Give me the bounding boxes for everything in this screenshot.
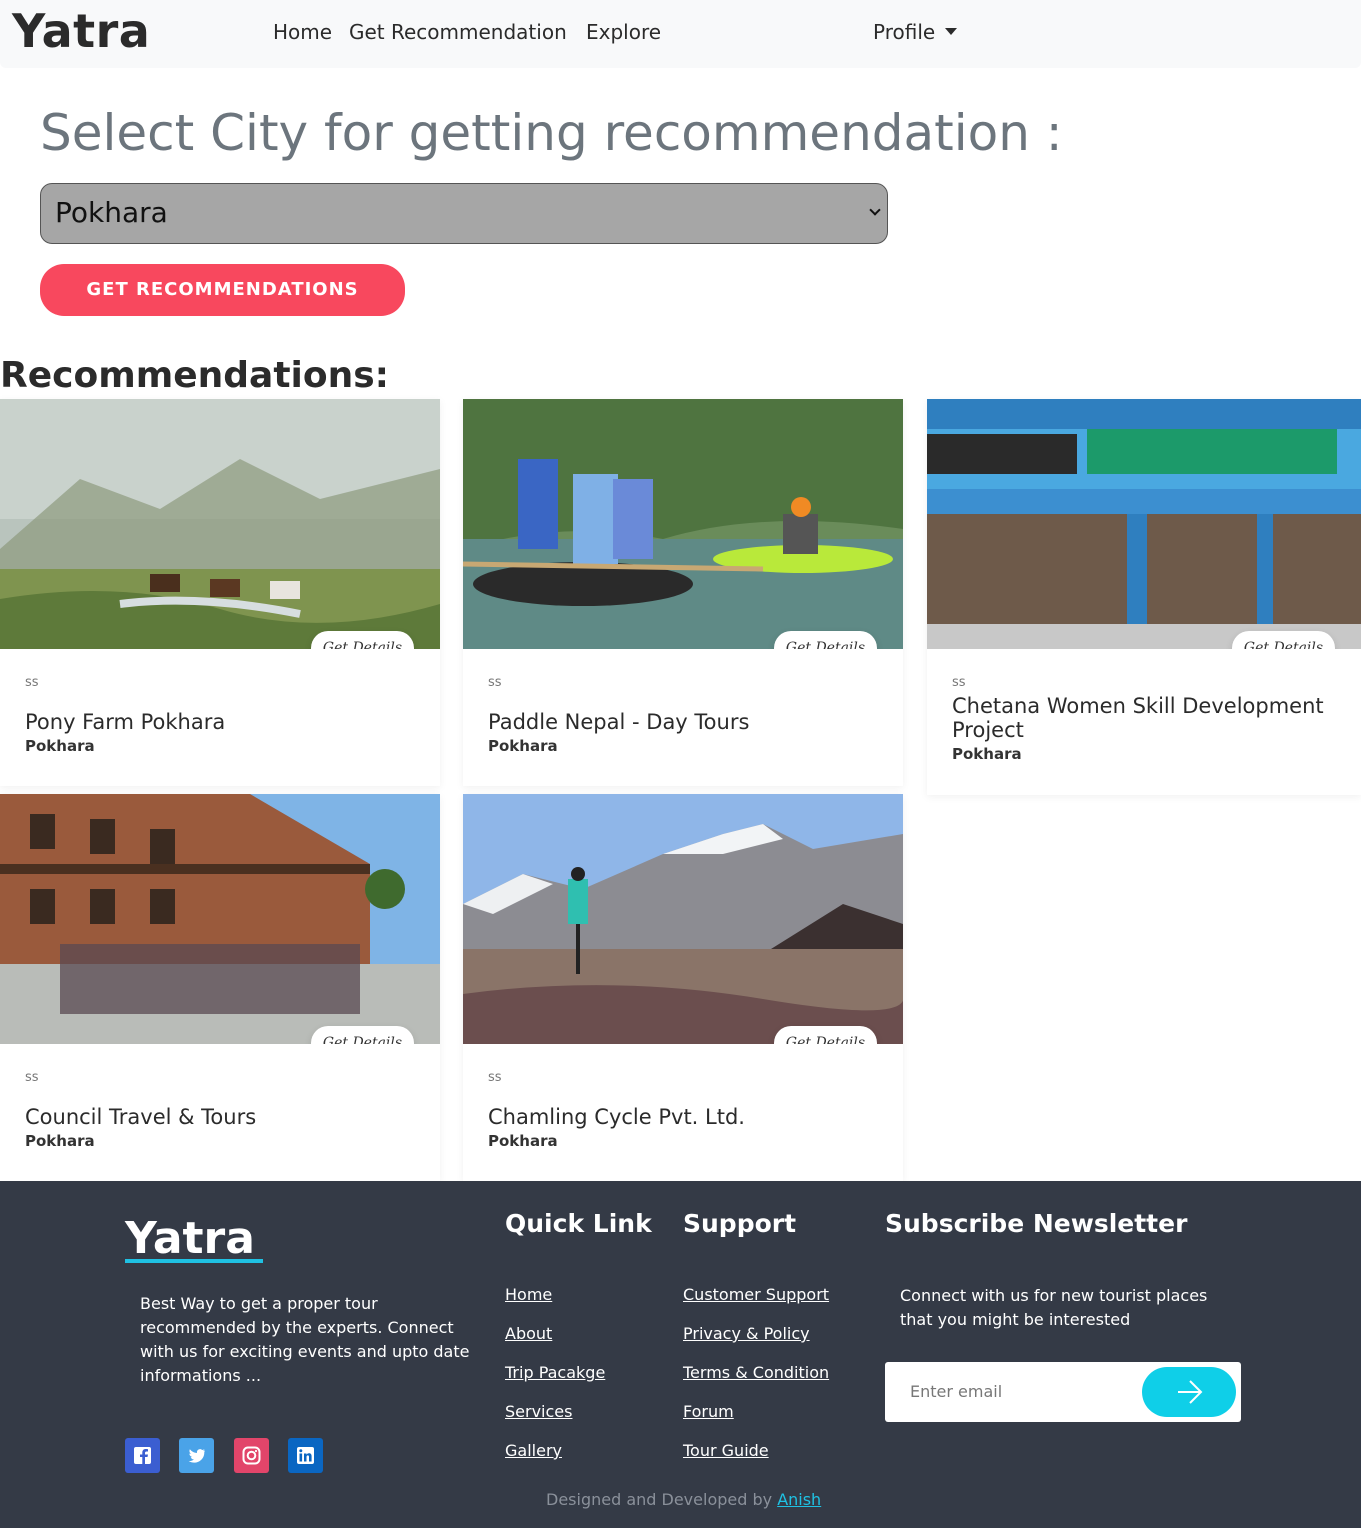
footer: Yatra Best Way to get a proper tour reco…: [0, 1181, 1361, 1528]
footer-brand-underline: [125, 1259, 263, 1263]
profile-dropdown[interactable]: Profile: [873, 20, 958, 44]
footer-link-home[interactable]: Home: [505, 1285, 552, 1304]
card-image-chetana: Get Details: [927, 399, 1361, 649]
card-title[interactable]: Chetana Women Skill Development Project: [952, 694, 1336, 742]
recommendation-card: Get Details ss Pony Farm Pokhara Pokhara: [0, 399, 440, 786]
twitter-icon[interactable]: [179, 1438, 214, 1473]
caret-down-icon: [945, 28, 958, 35]
card-title[interactable]: Council Travel & Tours: [25, 1105, 415, 1129]
nav-home-link[interactable]: Home: [273, 20, 332, 44]
recommendation-card: Get Details ss Paddle Nepal - Day Tours …: [463, 399, 903, 786]
card-category: ss: [488, 1070, 502, 1085]
quick-link-title: Quick Link: [505, 1209, 652, 1238]
footer-description: Best Way to get a proper tour recommende…: [140, 1294, 470, 1385]
card-category: ss: [952, 675, 966, 690]
linkedin-icon[interactable]: [288, 1438, 323, 1473]
get-details-button[interactable]: Get Details: [1232, 631, 1335, 649]
get-details-button[interactable]: Get Details: [311, 1026, 414, 1044]
card-title[interactable]: Chamling Cycle Pvt. Ltd.: [488, 1105, 878, 1129]
recommendation-card: Get Details ss Chamling Cycle Pvt. Ltd. …: [463, 794, 903, 1181]
credit-prefix: Designed and Developed by: [546, 1490, 773, 1509]
card-city: Pokhara: [488, 1132, 558, 1150]
support-title: Support: [683, 1209, 797, 1238]
get-recommendations-button[interactable]: GET RECOMMENDATIONS: [40, 264, 405, 316]
nav-get-recommendation-link[interactable]: Get Recommendation: [349, 20, 567, 44]
nav-explore-link[interactable]: Explore: [586, 20, 661, 44]
footer-brand-logo[interactable]: Yatra: [125, 1213, 255, 1264]
get-details-button[interactable]: Get Details: [774, 631, 877, 649]
card-title[interactable]: Paddle Nepal - Day Tours: [488, 710, 878, 734]
recommendation-card: Get Details ss Council Travel & Tours Po…: [0, 794, 440, 1181]
subscribe-newsletter-title: Subscribe Newsletter: [885, 1209, 1188, 1238]
card-city: Pokhara: [25, 737, 95, 755]
card-category: ss: [25, 1070, 39, 1085]
footer-link-gallery[interactable]: Gallery: [505, 1441, 562, 1460]
credit-author-link[interactable]: Anish: [777, 1490, 821, 1509]
card-city: Pokhara: [25, 1132, 95, 1150]
newsletter-text: Connect with us for new tourist places t…: [900, 1286, 1208, 1329]
recommendation-card: Get Details ss Chetana Women Skill Devel…: [927, 399, 1361, 795]
footer-link-customer-support[interactable]: Customer Support: [683, 1285, 829, 1304]
select-city-title: Select City for getting recommendation :: [40, 104, 1063, 162]
footer-link-trip-package[interactable]: Trip Pacakge: [505, 1363, 605, 1382]
card-image-pony-farm: Get Details: [0, 399, 440, 649]
card-title[interactable]: Pony Farm Pokhara: [25, 710, 415, 734]
footer-link-forum[interactable]: Forum: [683, 1402, 734, 1421]
footer-credit: Designed and Developed by Anish: [546, 1490, 821, 1509]
arrow-right-icon: [1178, 1380, 1203, 1404]
card-image-paddle-nepal: Get Details: [463, 399, 903, 649]
brand-logo[interactable]: Yatra: [12, 4, 150, 58]
footer-link-tour-guide[interactable]: Tour Guide: [683, 1441, 769, 1460]
city-select[interactable]: Pokhara: [40, 183, 888, 244]
newsletter-form: Enter email: [885, 1362, 1241, 1422]
navbar: Yatra Home Get Recommendation Explore Pr…: [0, 0, 1361, 68]
footer-link-privacy-policy[interactable]: Privacy & Policy: [683, 1324, 810, 1343]
footer-link-terms-condition[interactable]: Terms & Condition: [683, 1363, 829, 1382]
chevron-down-icon: [869, 204, 881, 216]
get-details-button[interactable]: Get Details: [311, 631, 414, 649]
recommendations-heading: Recommendations:: [0, 355, 390, 396]
profile-label: Profile: [873, 20, 936, 44]
subscribe-button[interactable]: [1142, 1367, 1236, 1417]
card-image-chamling-cycle: Get Details: [463, 794, 903, 1044]
email-input[interactable]: Enter email: [910, 1382, 1002, 1401]
card-city: Pokhara: [488, 737, 558, 755]
facebook-icon[interactable]: [125, 1438, 160, 1473]
instagram-icon[interactable]: [234, 1438, 269, 1473]
get-details-button[interactable]: Get Details: [774, 1026, 877, 1044]
footer-link-services[interactable]: Services: [505, 1402, 572, 1421]
card-category: ss: [488, 675, 502, 690]
city-select-value: Pokhara: [55, 196, 168, 229]
card-category: ss: [25, 675, 39, 690]
card-image-council-travel: Get Details: [0, 794, 440, 1044]
footer-link-about[interactable]: About: [505, 1324, 552, 1343]
card-city: Pokhara: [952, 745, 1022, 763]
